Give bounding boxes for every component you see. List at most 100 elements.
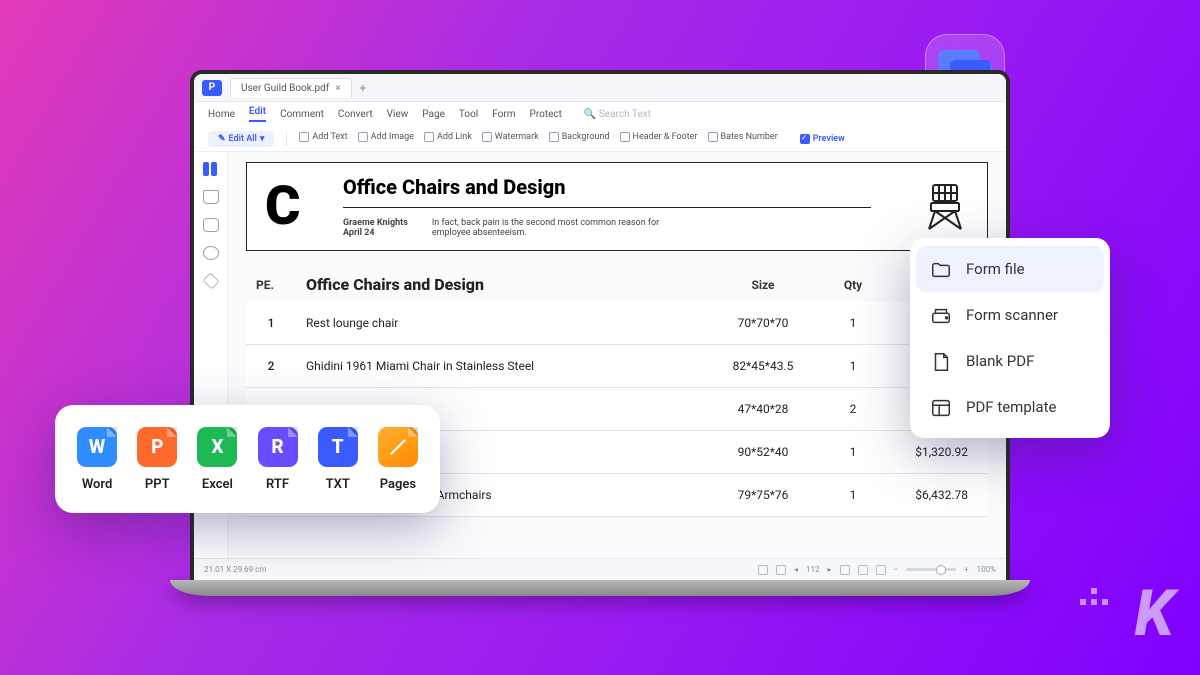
- sb-tool-icon[interactable]: [776, 565, 786, 575]
- cell-pe: 2: [246, 345, 296, 388]
- toolbar-label: Add Link: [437, 132, 472, 142]
- cell-qty: 2: [818, 388, 888, 431]
- menu-item-convert[interactable]: Convert: [338, 109, 373, 120]
- menu-item-page[interactable]: Page: [422, 109, 445, 120]
- menu-item-home[interactable]: Home: [208, 109, 235, 120]
- document-date: April 24: [343, 228, 408, 238]
- link-icon: [424, 132, 434, 142]
- chevron-down-icon: ▾: [260, 134, 265, 144]
- app-badge: P: [202, 80, 222, 96]
- format-label: Excel: [202, 477, 233, 492]
- template-icon: [930, 397, 952, 417]
- document-title: Office Chairs and Design: [343, 175, 871, 199]
- sb-tool-icon[interactable]: [758, 565, 768, 575]
- format-ppt[interactable]: PPPT: [137, 427, 177, 492]
- toolbar-add-text[interactable]: Add Text: [299, 132, 347, 142]
- popup-label: PDF template: [966, 398, 1056, 416]
- preview-toggle[interactable]: Preview: [800, 134, 845, 144]
- toolbar-header-footer[interactable]: Header & Footer: [620, 132, 698, 142]
- toolbar-label: Header & Footer: [633, 132, 698, 142]
- format-badge-icon: [378, 427, 418, 467]
- format-badge-icon: X: [197, 427, 237, 467]
- cell-size: 90*52*40: [708, 431, 818, 474]
- edit-all-label: Edit All: [229, 134, 257, 144]
- sb-view-icon[interactable]: [858, 565, 868, 575]
- format-excel[interactable]: X Excel: [197, 427, 237, 492]
- close-icon[interactable]: ×: [335, 83, 340, 94]
- watermark-dots: [1080, 588, 1108, 605]
- toolbar-bates-number[interactable]: Bates Number: [708, 132, 778, 142]
- status-bar: 21.01 X 29.69 cm ◂ 112 ▸ − + 100%: [194, 558, 1006, 580]
- cell-qty: 1: [818, 345, 888, 388]
- format-rtf[interactable]: R RTF: [258, 427, 298, 492]
- format-badge-icon: R: [258, 427, 298, 467]
- toolbar-watermark[interactable]: Watermark: [482, 132, 539, 142]
- menu-item-tool[interactable]: Tool: [459, 109, 478, 120]
- toolbar-add-link[interactable]: Add Link: [424, 132, 472, 142]
- document-header: C Office Chairs and Design Graeme Knight…: [246, 162, 988, 251]
- toolbar-background[interactable]: Background: [549, 132, 610, 142]
- toolbar-add-image[interactable]: Add Image: [358, 132, 414, 142]
- toolbar-separator: [286, 132, 287, 146]
- format-label: RTF: [266, 477, 289, 492]
- menu-item-comment[interactable]: Comment: [280, 109, 324, 120]
- zoom-in-icon[interactable]: +: [964, 565, 969, 574]
- chair-icon: [921, 183, 969, 231]
- menu-bar: Home Edit Comment Convert View Page Tool Form Pr…: [194, 102, 1006, 126]
- background-icon: [549, 132, 559, 142]
- export-formats-card: WWord PPPT X Excel R RTF TTXT Pages: [55, 405, 440, 513]
- cell-size: 82*45*43.5: [708, 345, 818, 388]
- col-desc: Office Chairs and Design: [296, 267, 708, 302]
- scanner-icon: [930, 305, 952, 325]
- menu-item-form[interactable]: Form: [492, 109, 515, 120]
- menu-item-view[interactable]: View: [387, 109, 409, 120]
- search-placeholder: Search Text: [599, 109, 651, 120]
- blank-page-icon: [930, 351, 952, 371]
- cell-qty: 1: [818, 431, 888, 474]
- page-next-icon[interactable]: ▸: [828, 565, 832, 574]
- cell-size: 70*70*70: [708, 302, 818, 345]
- edit-all-button[interactable]: ✎ Edit All ▾: [208, 131, 274, 147]
- cell-price: $6,432.78: [888, 474, 988, 517]
- title-bar: P User Guild Book.pdf × +: [194, 74, 1006, 102]
- page-prev-icon[interactable]: ◂: [794, 565, 798, 574]
- format-pages[interactable]: Pages: [378, 427, 418, 492]
- popup-item-form-file[interactable]: Form file: [916, 246, 1104, 292]
- sb-view-icon[interactable]: [840, 565, 850, 575]
- thumbnails-icon[interactable]: [203, 162, 219, 176]
- sb-view-icon[interactable]: [876, 565, 886, 575]
- bookmark-icon[interactable]: [203, 190, 219, 204]
- format-badge-icon: P: [137, 427, 177, 467]
- table-row[interactable]: 2Ghidini 1961 Miami Chair in Stainless S…: [246, 345, 988, 388]
- layers-icon[interactable]: [202, 273, 219, 290]
- menu-item-edit[interactable]: Edit: [249, 106, 266, 122]
- document-tab[interactable]: User Guild Book.pdf ×: [230, 78, 352, 98]
- popup-item-form-scanner[interactable]: Form scanner: [916, 292, 1104, 338]
- new-tab-button[interactable]: +: [360, 81, 367, 95]
- format-badge-icon: T: [318, 427, 358, 467]
- header-footer-icon: [620, 132, 630, 142]
- cell-size: 47*40*28: [708, 388, 818, 431]
- zoom-slider[interactable]: [906, 568, 956, 571]
- format-txt[interactable]: TTXT: [318, 427, 358, 492]
- comment-icon[interactable]: [203, 218, 219, 232]
- popup-label: Form file: [966, 260, 1025, 278]
- page-dimensions: 21.01 X 29.69 cm: [204, 565, 266, 574]
- page-number[interactable]: 112: [806, 565, 820, 574]
- table-row[interactable]: 1Rest lounge chair70*70*701$**.*: [246, 302, 988, 345]
- format-word[interactable]: WWord: [77, 427, 117, 492]
- toolbar-label: Add Image: [371, 132, 414, 142]
- popup-item-blank-pdf[interactable]: Blank PDF: [916, 338, 1104, 384]
- edit-toolbar: ✎ Edit All ▾ Add Text Add Image Add Link Wa…: [194, 126, 1006, 152]
- circle-icon[interactable]: [203, 246, 219, 260]
- document-tab-title: User Guild Book.pdf: [241, 83, 329, 94]
- popup-label: Blank PDF: [966, 352, 1034, 370]
- popup-item-pdf-template[interactable]: PDF template: [916, 384, 1104, 430]
- toolbar-label: Watermark: [495, 132, 539, 142]
- zoom-out-icon[interactable]: −: [894, 565, 899, 574]
- menu-item-protect[interactable]: Protect: [530, 109, 562, 120]
- format-badge-icon: W: [77, 427, 117, 467]
- folder-icon: [930, 259, 952, 279]
- search-input[interactable]: 🔍 Search Text: [584, 109, 651, 120]
- laptop-base: [170, 580, 1030, 596]
